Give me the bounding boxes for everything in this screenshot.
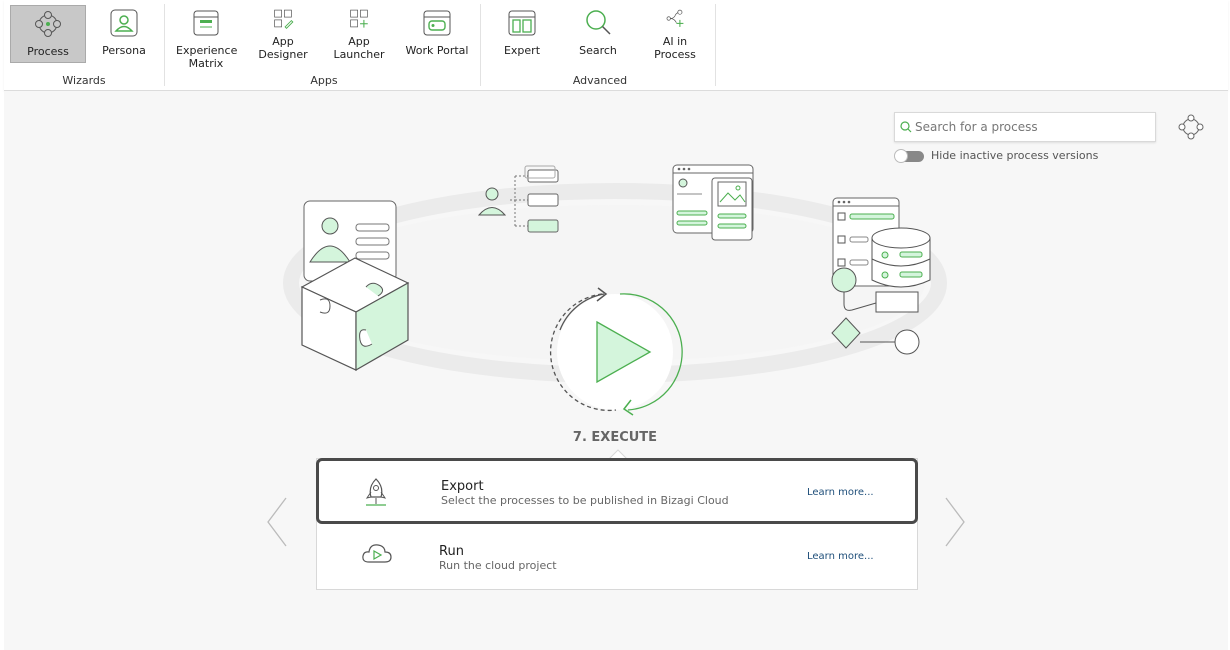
step-title: 7. EXECUTE <box>572 430 658 445</box>
step-options-list: Export Select the processes to be publis… <box>316 458 918 590</box>
export-subtitle: Select the processes to be published in … <box>441 494 729 507</box>
export-title: Export <box>441 479 484 494</box>
hide-inactive-toggle[interactable] <box>894 149 924 163</box>
rocket-icon <box>365 478 387 506</box>
run-title: Run <box>439 544 464 559</box>
search-placeholder: Search for a process <box>915 120 1038 134</box>
cloud-play-icon <box>362 544 392 563</box>
process-search-box[interactable]: Search for a process <box>894 112 1156 142</box>
next-step-arrow[interactable] <box>944 496 966 548</box>
form-window-illustration <box>672 164 754 241</box>
export-learn-more-link[interactable]: Learn more... <box>807 487 874 498</box>
process-network-icon[interactable] <box>1178 114 1204 140</box>
hide-inactive-label: Hide inactive process versions <box>931 149 1099 162</box>
previous-step-arrow[interactable] <box>266 496 288 548</box>
export-option-card[interactable]: Export Select the processes to be publis… <box>316 458 918 524</box>
run-learn-more-link[interactable]: Learn more... <box>807 551 874 562</box>
run-subtitle: Run the cloud project <box>439 559 557 572</box>
search-icon <box>900 121 912 133</box>
run-option-card[interactable]: Run Run the cloud project Learn more... <box>317 523 917 587</box>
